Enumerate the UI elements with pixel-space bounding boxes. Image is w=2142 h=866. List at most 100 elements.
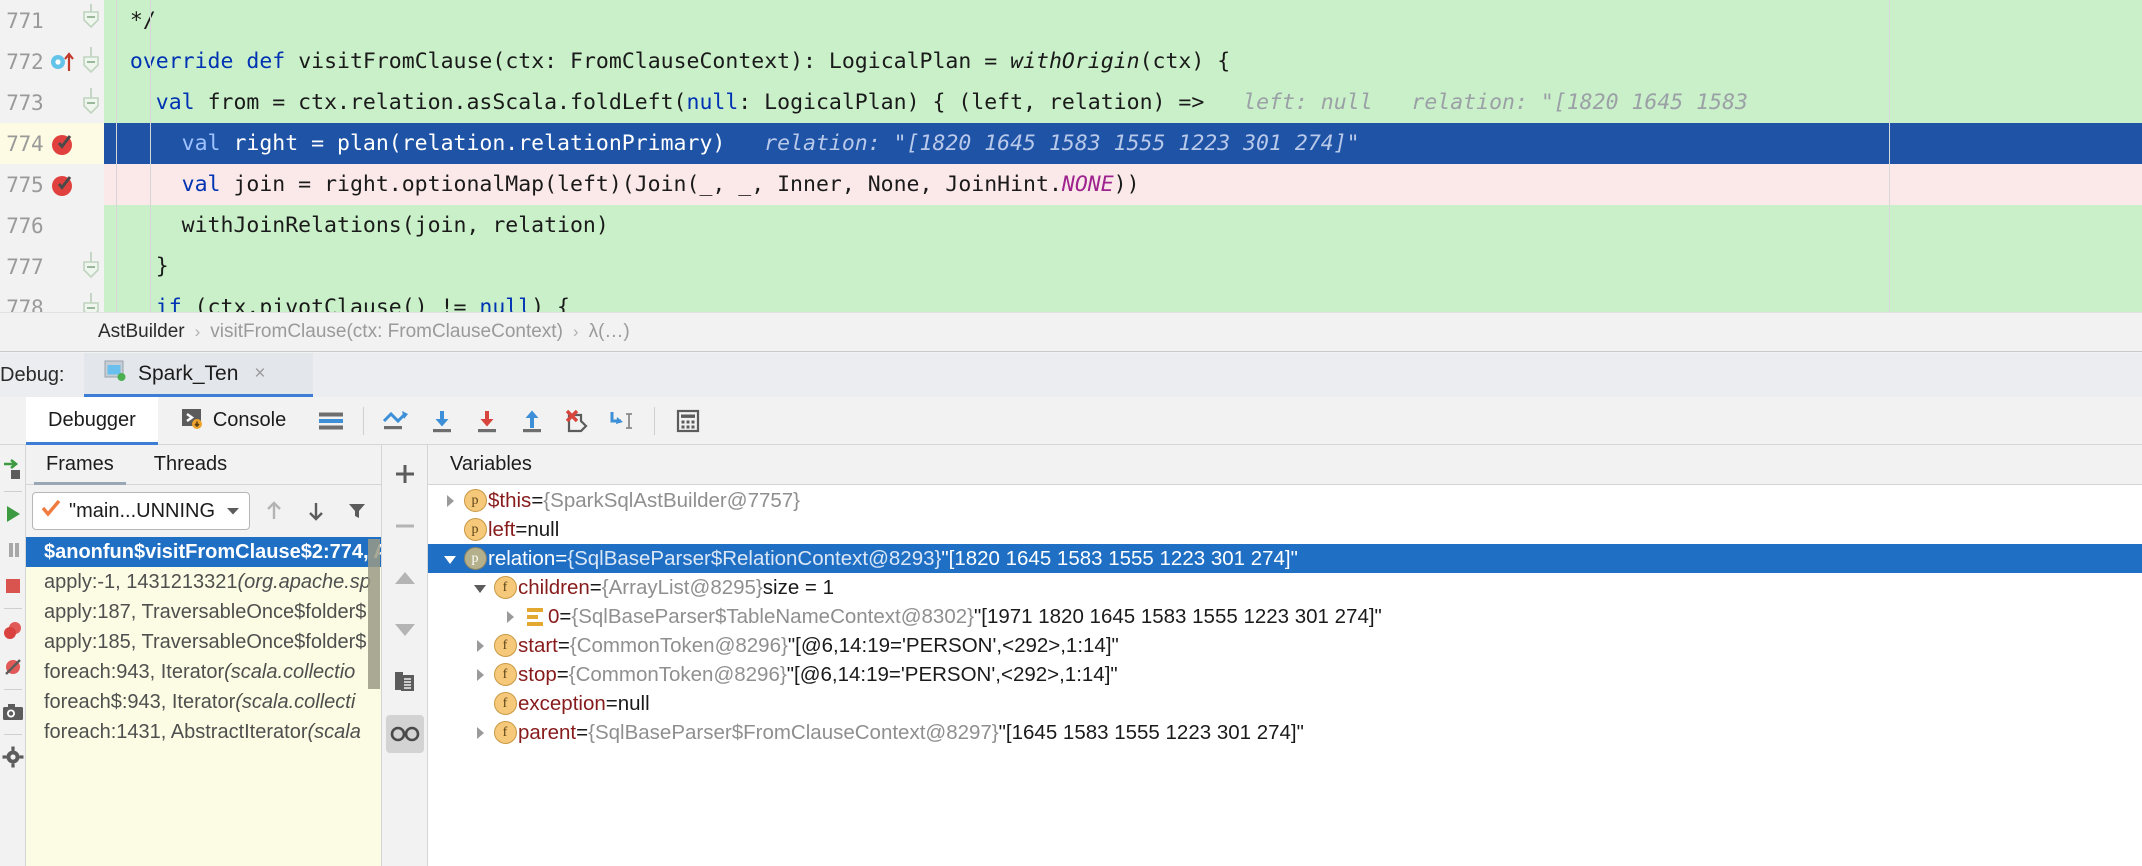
close-icon[interactable]: × <box>254 363 265 385</box>
frame-list-item[interactable]: apply:185, TraversableOnce$folder$ <box>26 627 381 657</box>
frame-list-item[interactable]: $anonfun$visitFromClause$2:774, A <box>26 537 381 567</box>
frames-up-button[interactable] <box>256 492 292 530</box>
editor-gutter[interactable]: 773 <box>0 82 104 123</box>
code-line[interactable]: 776 withJoinRelations(join, relation) <box>0 205 2142 246</box>
editor-gutter[interactable]: 777 <box>0 246 104 287</box>
frames-list[interactable]: $anonfun$visitFromClause$2:774, A apply:-… <box>26 537 381 866</box>
fold-marker-icon[interactable] <box>78 0 104 41</box>
method-override-icon[interactable] <box>47 49 78 75</box>
code-line[interactable]: 777 } <box>0 246 2142 287</box>
chevron-down-icon[interactable] <box>438 552 462 566</box>
thread-selector[interactable]: "main...UNNING <box>32 492 250 530</box>
frame-list-item[interactable]: apply:-1, 1431213321 (org.apache.sp <box>26 567 381 597</box>
code-line[interactable]: 778 if (ctx.pivotClause() != null) { <box>0 287 2142 312</box>
mute-breakpoints-icon[interactable] <box>0 649 26 685</box>
force-step-into-button[interactable] <box>554 399 599 443</box>
editor-gutter[interactable]: 775 <box>0 164 104 205</box>
breadcrumb-item-method[interactable]: visitFromClause(ctx: FromClauseContext) <box>210 321 563 343</box>
frame-label: foreach$:943, Iterator <box>44 690 236 713</box>
tab-frames[interactable]: Frames <box>26 445 134 485</box>
plus-icon[interactable] <box>386 455 424 493</box>
fold-marker-icon[interactable] <box>78 246 104 287</box>
editor-gutter[interactable]: 774 <box>0 123 104 164</box>
copy-icon[interactable] <box>386 663 424 701</box>
step-over-button[interactable] <box>419 399 464 443</box>
resume-icon[interactable] <box>0 496 26 532</box>
breadcrumb-item-class[interactable]: AstBuilder <box>98 321 185 343</box>
breakpoint-icon[interactable] <box>47 130 78 158</box>
frame-list-item[interactable]: foreach:1431, AbstractIterator (scala <box>26 717 381 747</box>
gear-icon[interactable] <box>0 739 26 775</box>
frame-list-item[interactable]: foreach:943, Iterator (scala.collectio <box>26 657 381 687</box>
editor-gutter[interactable]: 771 <box>0 0 104 41</box>
debugger-tab-bar[interactable]: Debugger Console <box>0 396 2142 445</box>
debug-session-tab[interactable]: Spark_Ten × <box>84 353 313 397</box>
run-configuration-icon <box>102 358 128 389</box>
variable-row[interactable]: p left = null <box>428 515 2142 544</box>
code-line[interactable]: 773 val from = ctx.relation.asScala.fold… <box>0 82 2142 123</box>
triangle-down-icon[interactable] <box>386 611 424 649</box>
editor-gutter[interactable]: 772 <box>0 41 104 82</box>
show-execution-point-button[interactable] <box>374 399 419 443</box>
watches-actions-rail[interactable] <box>381 445 428 866</box>
code-line[interactable]: 772 override def visitFromClause(ctx: Fr… <box>0 41 2142 82</box>
chevron-right-icon[interactable] <box>468 639 492 653</box>
frames-scrollbar-thumb[interactable] <box>368 539 380 689</box>
frames-down-button[interactable] <box>298 492 334 530</box>
chevron-right-icon[interactable] <box>468 668 492 682</box>
debug-toolwindow-header: Debug: Spark_Ten × <box>0 353 2142 397</box>
glasses-icon[interactable] <box>385 715 424 753</box>
variable-row[interactable]: f parent = {SqlBaseParser$FromClauseConte… <box>428 718 2142 747</box>
breakpoints-icon[interactable] <box>0 613 26 649</box>
editor-gutter[interactable]: 778 <box>0 287 104 312</box>
variable-type: {CommonToken@8296} <box>568 662 787 686</box>
code-line[interactable]: 771 */ <box>0 0 2142 41</box>
debug-actions-rail[interactable] <box>0 445 26 866</box>
chevron-right-icon[interactable] <box>498 610 522 624</box>
line-number: 775 <box>6 172 44 197</box>
breakpoint-icon[interactable] <box>47 171 78 199</box>
editor-gutter[interactable]: 776 <box>0 205 104 246</box>
pause-icon[interactable] <box>0 532 26 568</box>
chevron-down-icon[interactable] <box>468 581 492 595</box>
run-to-cursor-button[interactable] <box>599 399 644 443</box>
code-line[interactable]: 775 val join = right.optionalMap(left)(J… <box>0 164 2142 205</box>
tab-threads[interactable]: Threads <box>134 445 247 485</box>
breadcrumb-item-lambda[interactable]: λ(…) <box>589 321 630 343</box>
triangle-up-icon[interactable] <box>386 559 424 597</box>
variable-row[interactable]: f stop = {CommonToken@8296} "[@6,14:19='P… <box>428 660 2142 689</box>
rerun-icon[interactable] <box>0 451 26 487</box>
frames-threads-tabs[interactable]: Frames Threads <box>26 445 381 485</box>
breadcrumb[interactable]: AstBuilder › visitFromClause(ctx: FromCl… <box>0 312 2142 352</box>
chevron-down-icon[interactable] <box>225 500 241 523</box>
variable-row[interactable]: 0 = {SqlBaseParser$TableNameContext@8302… <box>428 602 2142 631</box>
code-line[interactable]: 774 val right = plan(relation.relationPr… <box>0 123 2142 164</box>
fold-marker-icon[interactable] <box>78 287 104 312</box>
variable-extra: "[1820 1645 1583 1555 1223 301 274]" <box>941 546 1298 570</box>
stop-icon[interactable] <box>0 568 26 604</box>
tab-debugger[interactable]: Debugger <box>26 396 158 445</box>
variable-row[interactable]: f children = {ArrayList@8295} size = 1 <box>428 573 2142 602</box>
frame-list-item[interactable]: apply:187, TraversableOnce$folder$ <box>26 597 381 627</box>
layout-settings-button[interactable] <box>308 399 353 443</box>
frame-list-item[interactable]: foreach$:943, Iterator (scala.collecti <box>26 687 381 717</box>
chevron-right-icon[interactable] <box>438 494 462 508</box>
step-out-button[interactable] <box>509 399 554 443</box>
evaluate-expression-button[interactable] <box>665 399 710 443</box>
frames-filter-button[interactable] <box>339 492 375 530</box>
step-into-button[interactable] <box>464 399 509 443</box>
minus-icon[interactable] <box>386 507 424 545</box>
variable-row[interactable]: f start = {CommonToken@8296} "[@6,14:19='… <box>428 631 2142 660</box>
variables-tree[interactable]: p $this = {SparkSqlAstBuilder@7757} p left … <box>428 486 2142 866</box>
variable-row[interactable]: p $this = {SparkSqlAstBuilder@7757} <box>428 486 2142 515</box>
tab-console[interactable]: Console <box>158 397 308 445</box>
variable-row[interactable]: f exception = null <box>428 689 2142 718</box>
camera-icon[interactable] <box>0 694 26 730</box>
frames-scrollbar[interactable] <box>367 537 381 866</box>
fold-marker-icon[interactable] <box>78 82 104 123</box>
code-editor[interactable]: 771 */772 override def visitFromClause(c… <box>0 0 2142 312</box>
fold-marker-icon[interactable] <box>78 41 104 82</box>
chevron-right-icon[interactable] <box>468 726 492 740</box>
variable-row[interactable]: p relation = {SqlBaseParser$RelationConte… <box>428 544 2142 573</box>
code-line-text: val from = ctx.relation.asScala.foldLeft… <box>104 82 2142 123</box>
